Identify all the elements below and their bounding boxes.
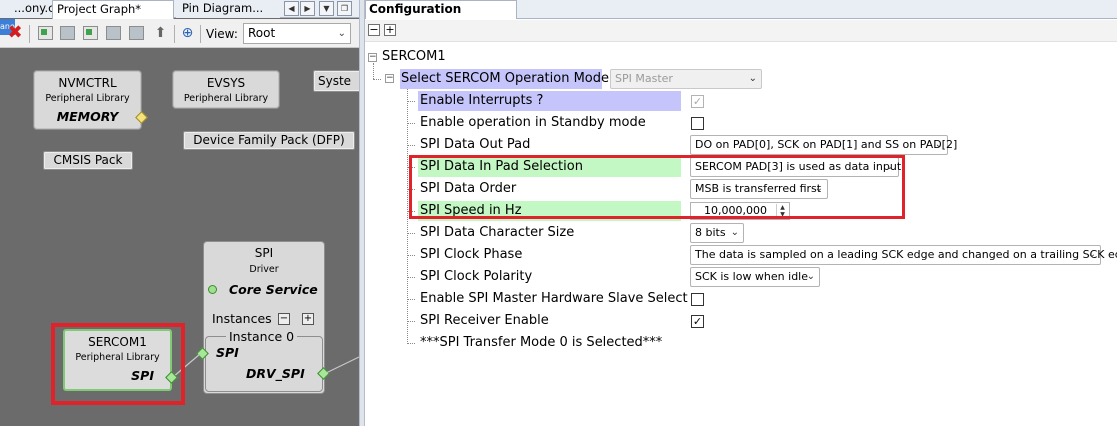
chevron-down-icon: ⌄	[934, 139, 943, 150]
operation-mode-select[interactable]: SPI Master ⌄	[610, 69, 762, 89]
enable-interrupts-checkbox[interactable]: ✓	[691, 95, 704, 108]
enable-interrupts-label: Enable Interrupts ?	[420, 93, 544, 108]
clock-phase-select[interactable]: The data is sampled on a leading SCK edg…	[690, 245, 1117, 265]
node-title: SERCOM1	[88, 335, 147, 349]
data-out-pad-select[interactable]: DO on PAD[0], SCK on PAD[1] and SS on PA…	[690, 135, 957, 155]
clock-polarity-value: SCK is low when idle	[695, 270, 809, 283]
clock-phase-label: SPI Clock Phase	[420, 247, 523, 262]
operation-mode-label: Select SERCOM Operation Mode	[401, 71, 609, 86]
tab-configuration-options[interactable]: Configuration Options*	[365, 0, 517, 33]
collapse-operation-mode-icon[interactable]: −	[385, 74, 394, 83]
char-size-label: SPI Data Character Size	[420, 225, 575, 240]
receiver-enable-checkbox[interactable]: ✓	[691, 315, 704, 328]
collapse-all-button[interactable]: −	[368, 24, 380, 36]
data-out-pad-value: DO on PAD[0], SCK on PAD[1] and SS on PA…	[695, 138, 958, 151]
chevron-down-icon: ⌄	[806, 271, 815, 282]
chevron-down-icon: ⌄	[1087, 249, 1096, 260]
char-size-value: 8 bits	[695, 226, 726, 239]
node-subtitle: Peripheral Library	[75, 352, 160, 363]
chevron-down-icon: ⌄	[748, 73, 757, 84]
hw-slave-select-label: Enable SPI Master Hardware Slave Select	[420, 291, 688, 306]
data-out-pad-label: SPI Data Out Pad	[420, 137, 531, 152]
char-size-select[interactable]: 8 bits ⌄	[690, 223, 744, 243]
expand-all-button[interactable]: +	[384, 24, 396, 36]
expand-collapse-bar: − +	[365, 20, 1117, 42]
standby-mode-checkbox[interactable]	[691, 117, 704, 130]
clock-polarity-label: SPI Clock Polarity	[420, 269, 533, 284]
standby-mode-label: Enable operation in Standby mode	[420, 115, 646, 130]
node-tag: SPI	[131, 368, 154, 383]
collapse-sercom1-icon[interactable]: −	[368, 53, 377, 62]
node-sercom1[interactable]: SERCOM1 Peripheral Library SPI	[63, 329, 172, 391]
chevron-down-icon: ⌄	[730, 227, 739, 238]
transfer-mode-comment: ***SPI Transfer Mode 0 is Selected***	[420, 335, 663, 350]
project-graph-panel: ...ony.c Project Graph* Pin Diagram... ◀…	[0, 0, 373, 426]
config-highlight-frame	[409, 155, 905, 219]
clock-phase-value: The data is sampled on a leading SCK edg…	[695, 248, 1117, 261]
receiver-enable-label: SPI Receiver Enable	[420, 313, 549, 328]
operation-mode-value: SPI Master	[615, 72, 673, 85]
hw-slave-select-checkbox[interactable]	[691, 293, 704, 306]
clock-polarity-select[interactable]: SCK is low when idle ⌄	[690, 267, 820, 287]
tree-root-sercom1[interactable]: SERCOM1	[382, 49, 446, 64]
right-tab-strip: Configuration Options*	[365, 0, 1117, 33]
